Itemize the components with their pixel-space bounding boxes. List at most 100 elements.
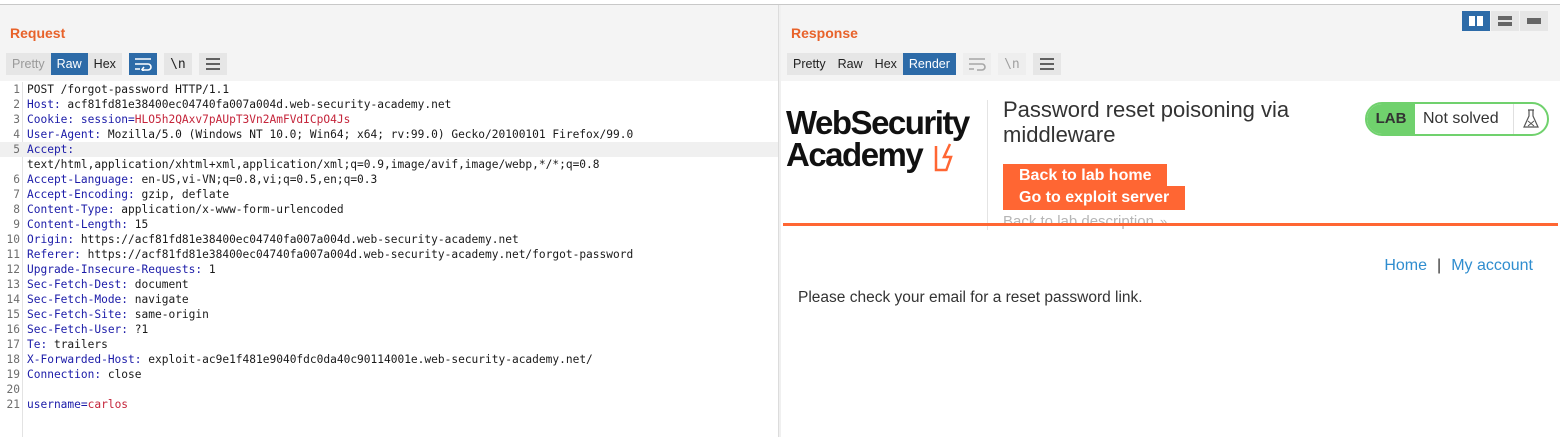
line-content: Sec-Fetch-User: ?1 (27, 322, 148, 337)
request-line[interactable]: 14 Sec-Fetch-Mode: navigate (0, 292, 778, 307)
line-content: Accept-Encoding: gzip, deflate (27, 187, 229, 202)
back-to-lab-description-link[interactable]: Back to lab description » (1003, 213, 1167, 230)
header-name: Sec-Fetch-Site: (27, 308, 129, 321)
header-value: close (101, 368, 142, 381)
response-tabs: Pretty Raw Hex Render \n (787, 53, 1061, 75)
response-show-newlines-button[interactable]: \n (997, 53, 1026, 75)
request-line[interactable]: 19 Connection: close (0, 367, 778, 382)
line-number: 21 (6, 398, 20, 411)
logo-text-line2: Academy (786, 136, 924, 173)
request-menu-button[interactable] (198, 53, 227, 75)
back-to-lab-home-button[interactable]: Back to lab home (1003, 164, 1168, 188)
request-line[interactable]: 17 Te: trailers (0, 337, 778, 352)
response-tab-pretty[interactable]: Pretty (787, 53, 832, 75)
header-value: https://acf81fd81e38400ec04740fa007a004d… (80, 248, 634, 261)
line-number: 19 (6, 368, 20, 381)
request-editor[interactable]: 1 POST /forgot-password HTTP/1.1 2 Host: ac… (0, 82, 778, 437)
header-name: Sec-Fetch-User: (27, 323, 129, 336)
response-tab-hex[interactable]: Hex (868, 53, 903, 75)
response-tab-raw[interactable]: Raw (831, 53, 869, 75)
request-line[interactable]: 13 Sec-Fetch-Dest: document (0, 277, 778, 292)
header-name: X-Forwarded-Host: (27, 353, 142, 366)
columns-layout-icon (1469, 16, 1483, 26)
request-line[interactable]: 5 Accept: (0, 142, 778, 157)
response-tab-render[interactable]: Render (902, 53, 956, 75)
header-value: ?1 (128, 323, 149, 336)
rows-layout-button[interactable] (1491, 11, 1519, 31)
header-value: trailers (47, 338, 108, 351)
line-number: 10 (6, 233, 20, 246)
request-line[interactable]: 21 username=carlos (0, 397, 778, 412)
request-line[interactable]: 3 Cookie: session=HLO5h2QAxv7pAUpT3Vn2AmF… (0, 112, 778, 127)
nav-my-account-link[interactable]: My account (1451, 257, 1533, 274)
request-line[interactable]: 20 (0, 382, 778, 397)
header-value: 1 (202, 263, 216, 276)
param-value: carlos (87, 398, 129, 411)
request-line[interactable]: 11 Referer: https://acf81fd81e38400ec0474… (0, 247, 778, 262)
line-content: Sec-Fetch-Site: same-origin (27, 307, 209, 322)
header-name: Sec-Fetch-Mode: (27, 293, 129, 306)
line-content: username=carlos (27, 397, 128, 412)
line-content: Accept: (27, 142, 74, 157)
header-name: Accept-Language: (27, 173, 135, 186)
request-line[interactable]: 10 Origin: https://acf81fd81e38400ec04740… (0, 232, 778, 247)
top-nav: Home | My account (1384, 257, 1533, 275)
response-menu-button[interactable] (1032, 53, 1061, 75)
request-tab-pretty[interactable]: Pretty (6, 53, 51, 75)
line-content: text/html,application/xhtml+xml,applicat… (27, 157, 600, 172)
line-number: 13 (6, 278, 20, 291)
header-value: en-US,vi-VN;q=0.8,vi;q=0.5,en;q=0.3 (134, 173, 378, 186)
request-line[interactable]: 1 POST /forgot-password HTTP/1.1 (0, 82, 778, 97)
request-line[interactable]: 6 Accept-Language: en-US,vi-VN;q=0.8,vi;q… (0, 172, 778, 187)
request-tab-hex[interactable]: Hex (87, 53, 122, 75)
web-security-academy-logo[interactable]: WebSecurity Academy (786, 104, 982, 174)
request-line[interactable]: 9 Content-Length: 15 (0, 217, 778, 232)
request-tab-raw[interactable]: Raw (50, 53, 88, 75)
request-line[interactable]: 8 Content-Type: application/x-www-form-ur… (0, 202, 778, 217)
header-name: Te: (27, 338, 48, 351)
lab-title: Password reset poisoning via middleware (1003, 97, 1290, 147)
request-line[interactable]: 7 Accept-Encoding: gzip, deflate (0, 187, 778, 202)
rows-layout-icon (1498, 16, 1512, 26)
wrap-lines-icon (968, 58, 986, 71)
request-line[interactable]: 12 Upgrade-Insecure-Requests: 1 (0, 262, 778, 277)
line-number: 17 (6, 338, 20, 351)
header-value: 15 (128, 218, 149, 231)
header-value: POST /forgot-password HTTP/1.1 (27, 83, 230, 96)
header-value: https://acf81fd81e38400ec04740fa007a004d… (74, 233, 519, 246)
header-name: Connection: (27, 368, 102, 381)
line-content: Referer: https://acf81fd81e38400ec04740f… (27, 247, 633, 262)
nav-home-link[interactable]: Home (1384, 257, 1427, 274)
response-wrap-lines-button[interactable] (962, 53, 991, 75)
wrap-lines-button[interactable] (128, 53, 157, 75)
columns-layout-button[interactable] (1462, 11, 1490, 31)
line-number: 18 (6, 353, 20, 366)
academy-header: WebSecurity Academy Password reset poiso… (783, 82, 1558, 230)
request-line[interactable]: 16 Sec-Fetch-User: ?1 (0, 322, 778, 337)
request-line[interactable]: 4 User-Agent: Mozilla/5.0 (Windows NT 10.… (0, 127, 778, 142)
header-value: document (128, 278, 189, 291)
request-line[interactable]: text/html,application/xhtml+xml,applicat… (0, 157, 778, 172)
line-number: 11 (6, 248, 20, 261)
request-line[interactable]: 15 Sec-Fetch-Site: same-origin (0, 307, 778, 322)
flask-icon (1513, 104, 1547, 134)
single-layout-button[interactable] (1520, 11, 1548, 31)
line-content: Accept-Language: en-US,vi-VN;q=0.8,vi;q=… (27, 172, 377, 187)
request-line[interactable]: 18 X-Forwarded-Host: exploit-ac9e1f481e90… (0, 352, 778, 367)
header-name: Referer: (27, 248, 81, 261)
header-name: Sec-Fetch-Dest: (27, 278, 129, 291)
request-tabs: Pretty Raw Hex \n (6, 53, 227, 75)
lab-description-label: Back to lab description (1003, 213, 1154, 230)
line-number: 20 (6, 383, 20, 396)
header-name: Cookie: (27, 113, 75, 126)
header-name: Origin: (27, 233, 75, 246)
request-line[interactable]: 2 Host: acf81fd81e38400ec04740fa007a004d.… (0, 97, 778, 112)
show-newlines-button[interactable]: \n (163, 53, 192, 75)
header-value: acf81fd81e38400ec04740fa007a004d.web-sec… (60, 98, 452, 111)
line-content: Content-Length: 15 (27, 217, 148, 232)
newline-icon: \n (1004, 56, 1020, 72)
go-to-exploit-server-button[interactable]: Go to exploit server (1003, 186, 1186, 210)
header-name: User-Agent: (27, 128, 102, 141)
header-value: gzip, deflate (134, 188, 230, 201)
header-separator (987, 100, 988, 230)
